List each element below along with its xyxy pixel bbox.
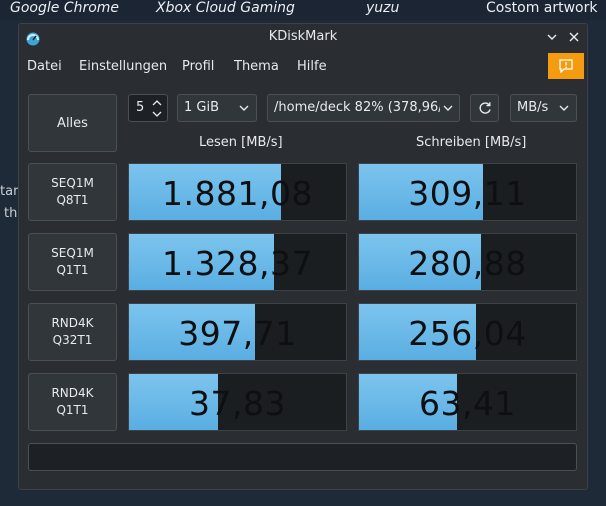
unit-select[interactable]: MB/s <box>510 94 577 122</box>
read-result-cell: 397,71 <box>128 303 347 361</box>
minimize-button[interactable] <box>543 28 561 46</box>
chevron-down-icon <box>443 105 453 111</box>
target-path-select[interactable]: /home/deck 82% (378,96/45 <box>267 94 460 122</box>
menu-bar: Datei Einstellungen Profil Thema Hilfe <box>19 51 587 81</box>
status-bar <box>28 443 577 471</box>
write-result-cell: 63,41 <box>358 373 577 431</box>
size-select[interactable]: 1 GiB <box>177 94 257 122</box>
read-result-cell: 1.328,37 <box>128 233 347 291</box>
close-icon <box>569 32 579 42</box>
chevron-down-icon <box>547 34 557 40</box>
refresh-icon <box>479 102 491 114</box>
test-button-2[interactable]: RND4K Q32T1 <box>28 303 117 361</box>
test-name: SEQ1M <box>51 176 94 190</box>
test-name: RND4K <box>51 316 94 330</box>
write-result-value: 309,11 <box>408 174 527 213</box>
desktop-side-text: th <box>4 206 18 221</box>
read-result-value: 397,71 <box>178 314 297 353</box>
read-result-value: 37,83 <box>189 384 286 423</box>
test-name: RND4K <box>51 386 94 400</box>
window-title: KDiskMark <box>268 29 338 44</box>
write-result-cell: 256,04 <box>358 303 577 361</box>
test-button-0[interactable]: SEQ1M Q8T1 <box>28 163 117 221</box>
read-column-header: Lesen [MB/s] <box>199 135 283 150</box>
unit-value: MB/s <box>517 100 549 115</box>
test-params: Q32T1 <box>52 333 93 347</box>
menu-datei[interactable]: Datei <box>27 59 62 74</box>
target-path-value: /home/deck 82% (378,96/45 <box>274 100 440 115</box>
write-result-cell: 280,88 <box>358 233 577 291</box>
chevron-down-icon <box>559 105 569 111</box>
menu-einstellungen[interactable]: Einstellungen <box>79 59 167 74</box>
desktop-side-text: tar <box>0 184 19 199</box>
desktop-shortcut-yuzu[interactable]: yuzu <box>366 0 399 16</box>
write-result-cell: 309,11 <box>358 163 577 221</box>
refresh-button[interactable] <box>470 94 499 122</box>
read-result-value: 1.328,37 <box>162 244 313 283</box>
write-result-value: 63,41 <box>419 384 516 423</box>
desktop-shortcut-custom-artwork[interactable]: Costom artwork <box>486 0 597 16</box>
chevron-down-icon[interactable] <box>151 109 163 119</box>
test-name: SEQ1M <box>51 246 94 260</box>
title-bar[interactable]: KDiskMark <box>19 24 587 51</box>
chevron-up-icon[interactable] <box>151 98 163 108</box>
test-button-1[interactable]: SEQ1M Q1T1 <box>28 233 117 291</box>
write-column-header: Schreiben [MB/s] <box>416 135 527 150</box>
read-result-value: 1.881,08 <box>162 174 313 213</box>
message-alert-icon <box>559 59 573 73</box>
size-value: 1 GiB <box>184 100 220 115</box>
test-button-3[interactable]: RND4K Q1T1 <box>28 373 117 431</box>
kdiskmark-window: KDiskMark Datei Einstellungen Profil The… <box>18 23 588 490</box>
runs-spinbox[interactable]: 5 <box>128 94 168 122</box>
close-button[interactable] <box>565 28 583 46</box>
desktop-shortcut-google-chrome[interactable]: Google Chrome <box>10 0 119 16</box>
test-params: Q1T1 <box>56 403 89 417</box>
menu-hilfe[interactable]: Hilfe <box>297 59 327 74</box>
write-result-value: 256,04 <box>408 314 527 353</box>
write-result-value: 280,88 <box>408 244 527 283</box>
run-all-button[interactable]: Alles <box>28 94 117 152</box>
notification-button[interactable] <box>548 53 584 79</box>
test-params: Q8T1 <box>56 193 89 207</box>
menu-thema[interactable]: Thema <box>234 59 279 74</box>
read-result-cell: 37,83 <box>128 373 347 431</box>
test-params: Q1T1 <box>56 263 89 277</box>
desktop-shortcut-xbox-cloud-gaming[interactable]: Xbox Cloud Gaming <box>156 0 295 16</box>
read-result-cell: 1.881,08 <box>128 163 347 221</box>
menu-profil[interactable]: Profil <box>182 59 214 74</box>
chevron-down-icon <box>239 105 249 111</box>
runs-value: 5 <box>136 100 145 115</box>
